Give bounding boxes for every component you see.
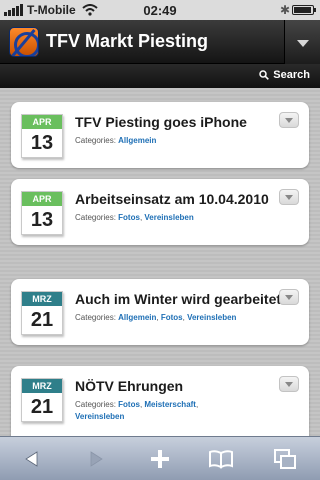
category-link[interactable]: Fotos: [118, 400, 140, 409]
forward-button[interactable]: [76, 437, 116, 480]
categories-label: Categories:: [75, 136, 116, 145]
status-time: 02:49: [143, 3, 177, 18]
post-categories: Categories: Allgemein, Fotos, Vereinsleb…: [75, 313, 237, 322]
post-categories: Categories: Allgemein: [75, 135, 271, 147]
date-month: APR: [22, 192, 62, 206]
post-title[interactable]: Arbeitseinsatz am 10.04.2010: [75, 191, 269, 207]
expand-toggle-button[interactable]: [279, 112, 299, 128]
post-categories: Categories: Fotos, Meisterschaft, Verein…: [75, 400, 199, 421]
post-item[interactable]: MRZ 21 NÖTV Ehrungen Categories: Fotos, …: [11, 366, 309, 438]
bluetooth-icon: ✱: [279, 3, 290, 17]
post-title[interactable]: NÖTV Ehrungen: [75, 378, 183, 394]
search-icon: [259, 70, 270, 80]
post-title[interactable]: TFV Piesting goes iPhone: [75, 114, 247, 130]
page-title: TFV Markt Piesting: [46, 31, 209, 51]
post-title[interactable]: Auch im Winter wird gearbeitet: [75, 291, 281, 307]
app-header: TFV Markt Piesting: [0, 20, 320, 64]
categories-label: Categories:: [75, 400, 116, 409]
battery-icon: [292, 5, 316, 15]
date-badge: APR 13: [21, 191, 63, 235]
bookmarks-book-icon: [209, 450, 233, 469]
date-month: MRZ: [22, 379, 62, 393]
back-arrow-icon: [25, 451, 38, 467]
menu-dropdown-button[interactable]: [284, 20, 320, 64]
expand-toggle-button[interactable]: [279, 289, 299, 305]
date-day: 13: [30, 132, 54, 154]
plus-icon: [151, 450, 169, 468]
date-day: 21: [30, 309, 54, 331]
categories-label: Categories:: [75, 213, 116, 222]
add-bookmark-button[interactable]: [140, 437, 180, 480]
status-bar: T-Mobile 02:49 ✱: [0, 0, 320, 20]
category-link[interactable]: Vereinsleben: [144, 213, 193, 222]
category-link[interactable]: Vereinsleben: [75, 412, 124, 421]
club-logo-icon[interactable]: [9, 27, 39, 57]
post-categories: Categories: Fotos, Vereinsleben: [75, 213, 194, 222]
date-month: APR: [22, 115, 62, 129]
category-link[interactable]: Fotos: [161, 313, 183, 322]
expand-toggle-button[interactable]: [279, 376, 299, 392]
browser-toolbar: [0, 436, 320, 480]
category-link[interactable]: Allgemein: [118, 136, 156, 145]
expand-toggle-button[interactable]: [279, 189, 299, 205]
post-list: APR 13 TFV Piesting goes iPhone Categori…: [0, 88, 320, 438]
pages-icon: [274, 449, 296, 469]
category-link[interactable]: Allgemein: [118, 313, 156, 322]
date-badge: APR 13: [21, 114, 63, 158]
category-link[interactable]: Fotos: [118, 213, 140, 222]
search-bar: Search: [0, 64, 320, 88]
forward-arrow-icon: [90, 451, 103, 467]
date-day: 13: [30, 209, 54, 231]
search-label: Search: [273, 69, 310, 81]
post-item[interactable]: APR 13 Arbeitseinsatz am 10.04.2010 Cate…: [11, 179, 309, 245]
categories-label: Categories:: [75, 313, 116, 322]
date-badge: MRZ 21: [21, 291, 63, 335]
date-badge: MRZ 21: [21, 378, 63, 422]
post-item[interactable]: APR 13 TFV Piesting goes iPhone Categori…: [11, 102, 309, 168]
date-month: MRZ: [22, 292, 62, 306]
date-day: 21: [30, 396, 54, 418]
back-button[interactable]: [12, 437, 52, 480]
post-item[interactable]: MRZ 21 Auch im Winter wird gearbeitet Ca…: [11, 279, 309, 345]
pages-button[interactable]: [265, 437, 305, 480]
bookmarks-button[interactable]: [201, 437, 241, 480]
category-link[interactable]: Meisterschaft: [144, 400, 196, 409]
category-link[interactable]: Vereinsleben: [187, 313, 236, 322]
search-button[interactable]: Search: [259, 69, 310, 81]
